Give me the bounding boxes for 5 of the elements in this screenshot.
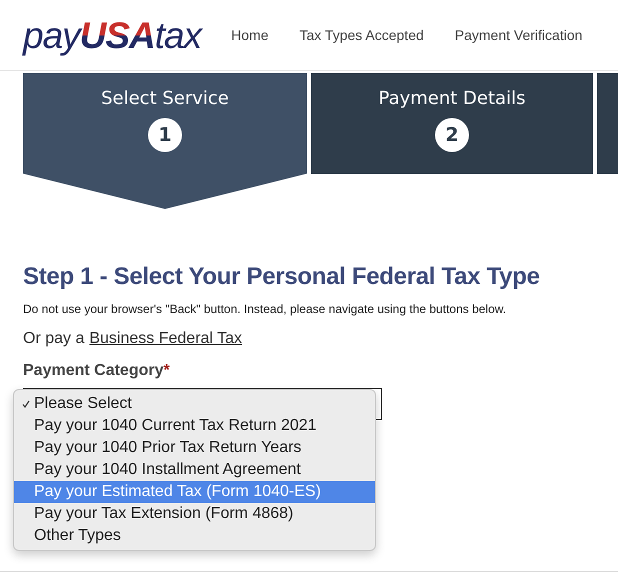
field-label: Payment Category [23, 362, 164, 379]
required-mark: * [164, 362, 170, 379]
page-heading: Step 1 - Select Your Personal Federal Tax Type [23, 263, 541, 291]
alternative-text: Or pay a [23, 330, 84, 348]
instruction-text: Do not use your browser's "Back" button. Instead, please navigate using the buttons below. [23, 302, 508, 316]
